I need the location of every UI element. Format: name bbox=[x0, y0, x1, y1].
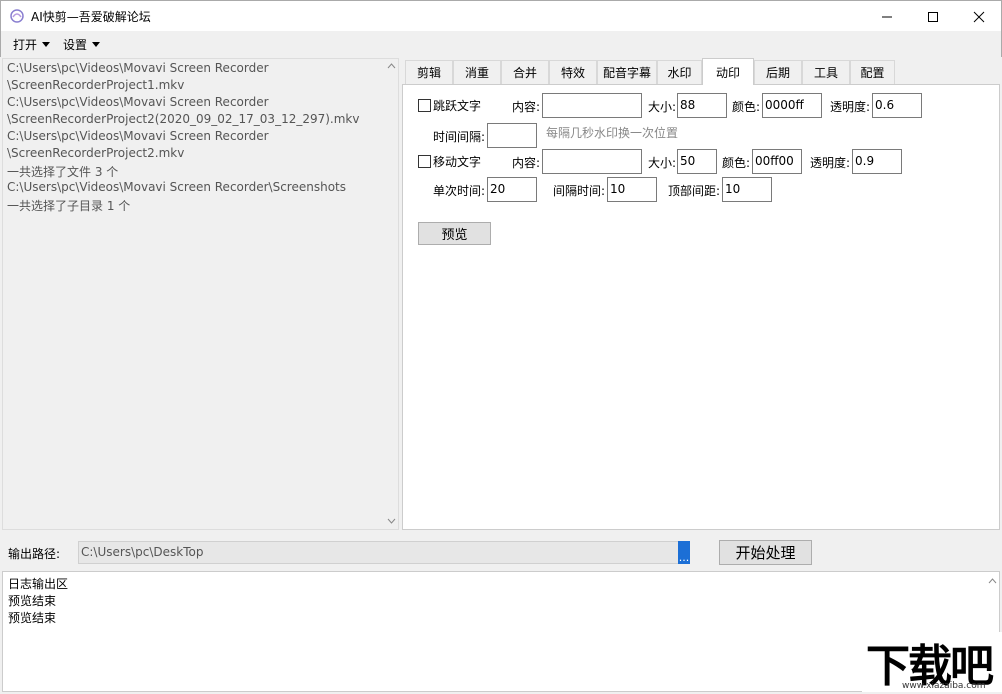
tab-dynamic-watermark[interactable]: 动印 bbox=[702, 58, 754, 85]
tab-label: 动印 bbox=[715, 65, 740, 80]
jump-text-label: 跳跃文字 bbox=[433, 99, 482, 113]
preview-button[interactable]: 预览 bbox=[418, 222, 491, 245]
file-list-scrollbar[interactable] bbox=[383, 58, 400, 530]
tab-tools[interactable]: 工具 bbox=[802, 60, 850, 84]
single-time-input[interactable]: 20 bbox=[487, 177, 537, 202]
menu-settings[interactable]: 设置 bbox=[63, 36, 101, 53]
log-output[interactable]: 日志输出区 预览结束 预览结束 bbox=[2, 571, 1000, 692]
top-margin-label: 顶部间距: bbox=[668, 184, 721, 198]
tab-label: 合并 bbox=[512, 66, 537, 80]
list-item: C:\Users\pc\Videos\Movavi Screen Recorde… bbox=[7, 95, 269, 109]
list-item: \ScreenRecorderProject1.mkv bbox=[7, 78, 185, 92]
top-margin-input[interactable]: 10 bbox=[722, 177, 772, 202]
tab-edit[interactable]: 剪辑 bbox=[405, 60, 453, 84]
menu-settings-label: 设置 bbox=[63, 38, 88, 52]
app-logo-icon bbox=[10, 9, 24, 23]
site-watermark: 下载吧 www.xiazaiba.com bbox=[862, 632, 1002, 692]
move-opacity-label: 透明度: bbox=[810, 156, 851, 170]
log-line: 预览结束 bbox=[8, 594, 57, 608]
move-text-label: 移动文字 bbox=[433, 155, 482, 169]
list-item: C:\Users\pc\Videos\Movavi Screen Recorde… bbox=[7, 61, 269, 75]
tab-label: 水印 bbox=[667, 66, 692, 80]
move-size-input[interactable]: 50 bbox=[677, 149, 717, 174]
tab-post[interactable]: 后期 bbox=[754, 60, 802, 84]
chevron-down-icon bbox=[42, 42, 51, 47]
output-path-field[interactable]: C:\Users\pc\DeskTop bbox=[78, 541, 690, 564]
move-color-label: 颜色: bbox=[722, 156, 751, 170]
tab-label: 配置 bbox=[860, 66, 885, 80]
list-item: 一共选择了子目录 1 个 bbox=[7, 199, 131, 213]
chevron-down-icon bbox=[92, 42, 101, 47]
close-button[interactable] bbox=[956, 2, 1002, 31]
browse-button[interactable]: ... bbox=[678, 541, 690, 564]
tab-config[interactable]: 配置 bbox=[850, 60, 895, 84]
output-path-label: 输出路径: bbox=[8, 547, 61, 561]
minimize-icon bbox=[882, 16, 892, 17]
window-title: AI快剪—吾爱破解论坛 bbox=[31, 10, 151, 24]
jump-content-label: 内容: bbox=[512, 100, 541, 114]
jump-content-input[interactable] bbox=[542, 93, 642, 118]
title-bar: AI快剪—吾爱破解论坛 bbox=[0, 0, 1002, 31]
move-content-input[interactable] bbox=[542, 149, 642, 174]
tab-label: 特效 bbox=[560, 66, 585, 80]
list-item: C:\Users\pc\Videos\Movavi Screen Recorde… bbox=[7, 180, 346, 194]
maximize-button[interactable] bbox=[910, 2, 956, 31]
tab-merge[interactable]: 合并 bbox=[501, 60, 549, 84]
chevron-up-icon[interactable] bbox=[988, 578, 997, 584]
tab-label: 工具 bbox=[813, 66, 838, 80]
menu-open-label: 打开 bbox=[13, 38, 38, 52]
tab-dedupe[interactable]: 消重 bbox=[453, 60, 501, 84]
list-item: C:\Users\pc\Videos\Movavi Screen Recorde… bbox=[7, 129, 269, 143]
single-time-label: 单次时间: bbox=[433, 184, 486, 198]
jump-interval-input[interactable] bbox=[487, 123, 537, 148]
file-list[interactable]: C:\Users\pc\Videos\Movavi Screen Recorde… bbox=[2, 58, 399, 530]
close-icon bbox=[973, 11, 985, 22]
menu-open[interactable]: 打开 bbox=[13, 36, 51, 53]
move-text-checkbox[interactable] bbox=[418, 155, 431, 168]
menu-bar: 打开 设置 bbox=[0, 31, 1002, 57]
tab-label: 后期 bbox=[765, 66, 790, 80]
tab-label: 消重 bbox=[464, 66, 489, 80]
watermark-url: www.xiazaiba.com bbox=[902, 681, 986, 691]
divider bbox=[0, 530, 1002, 532]
log-line: 日志输出区 bbox=[8, 577, 69, 591]
move-color-input[interactable]: 00ff00 bbox=[752, 149, 802, 174]
tab-watermark[interactable]: 水印 bbox=[657, 60, 702, 84]
jump-color-input[interactable]: 0000ff bbox=[762, 93, 822, 118]
jump-interval-hint: 每隔几秒水印换一次位置 bbox=[546, 126, 679, 140]
jump-text-checkbox[interactable] bbox=[418, 99, 431, 112]
log-line: 预览结束 bbox=[8, 611, 57, 625]
gap-time-input[interactable]: 10 bbox=[607, 177, 657, 202]
list-item: \ScreenRecorderProject2(2020_09_02_17_03… bbox=[7, 112, 360, 126]
move-opacity-input[interactable]: 0.9 bbox=[852, 149, 902, 174]
maximize-icon bbox=[928, 11, 938, 22]
tab-label: 剪辑 bbox=[416, 66, 441, 80]
jump-opacity-label: 透明度: bbox=[830, 100, 871, 114]
jump-size-label: 大小: bbox=[648, 100, 677, 114]
jump-size-input[interactable]: 88 bbox=[677, 93, 727, 118]
tab-dub-subtitles[interactable]: 配音字幕 bbox=[597, 60, 657, 84]
list-item: 一共选择了文件 3 个 bbox=[7, 165, 119, 179]
move-size-label: 大小: bbox=[648, 156, 677, 170]
start-processing-button[interactable]: 开始处理 bbox=[719, 540, 812, 565]
jump-interval-label: 时间间隔: bbox=[433, 130, 486, 144]
jump-color-label: 颜色: bbox=[732, 100, 761, 114]
chevron-down-icon[interactable] bbox=[387, 518, 396, 524]
move-content-label: 内容: bbox=[512, 156, 541, 170]
minimize-button[interactable] bbox=[864, 2, 910, 31]
tab-label: 配音字幕 bbox=[602, 66, 651, 80]
gap-time-label: 间隔时间: bbox=[553, 184, 606, 198]
jump-opacity-input[interactable]: 0.6 bbox=[872, 93, 922, 118]
tab-effects[interactable]: 特效 bbox=[549, 60, 597, 84]
chevron-up-icon[interactable] bbox=[387, 63, 396, 69]
list-item: \ScreenRecorderProject2.mkv bbox=[7, 146, 185, 160]
